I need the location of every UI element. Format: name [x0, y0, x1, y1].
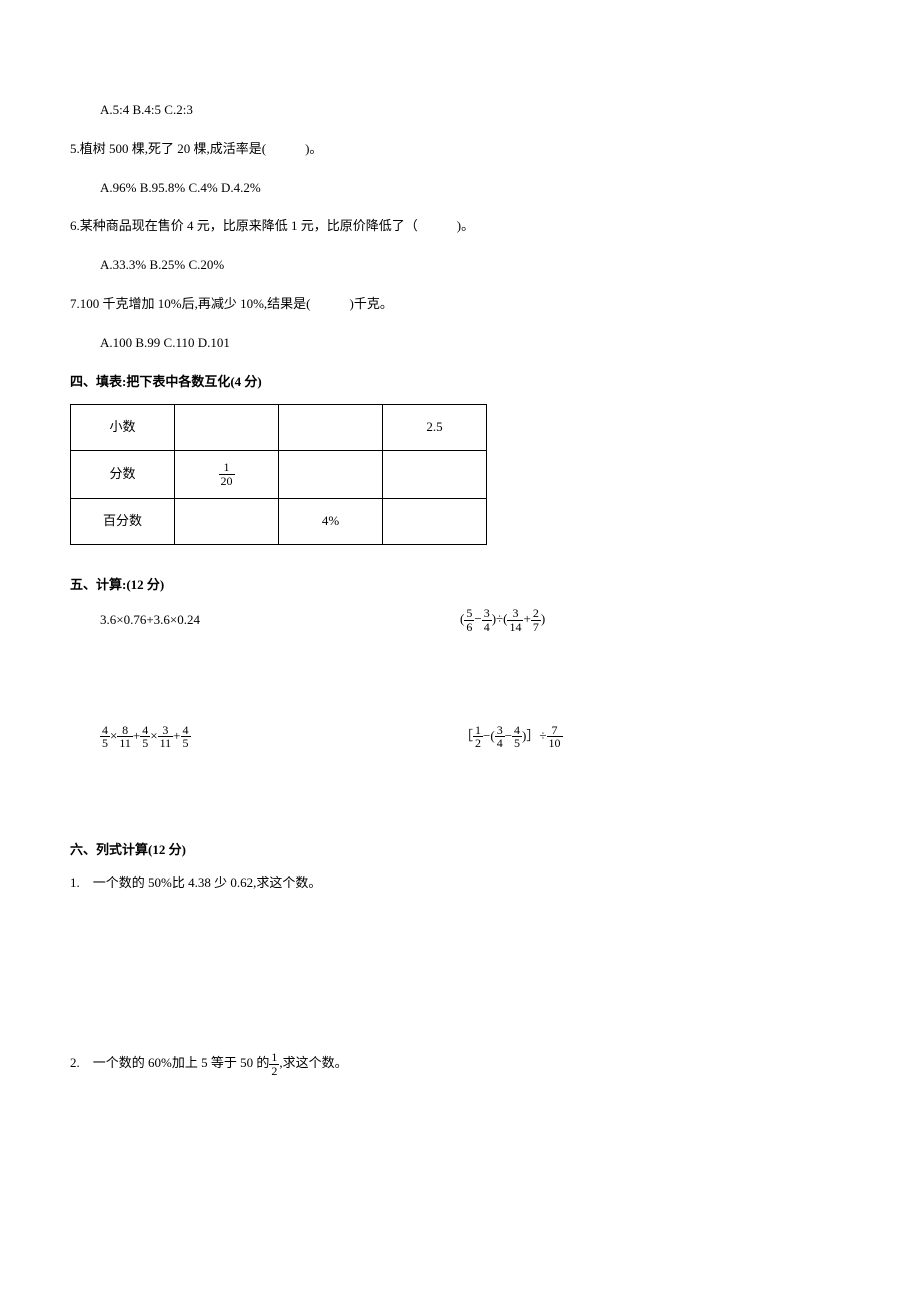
- cell: [175, 405, 279, 451]
- cell: [279, 451, 383, 498]
- cell-fraction-label: 分数: [71, 451, 175, 498]
- fraction-1-20: 1 20: [219, 461, 235, 487]
- q6-stem: 6.某种商品现在售价 4 元，比原来降低 1 元，比原价降低了（ )。: [70, 216, 850, 237]
- cell: [383, 498, 487, 544]
- cell-decimal-value: 2.5: [383, 405, 487, 451]
- q7-options: A.100 B.99 C.110 D.101: [70, 333, 850, 354]
- calc-expr-4: ［12−(34−45)］÷710: [460, 724, 700, 750]
- table-row: 百分数 4%: [71, 498, 487, 544]
- p6-1: 1. 一个数的 50%比 4.38 少 0.62,求这个数。: [70, 873, 850, 894]
- fraction-numerator: 1: [269, 1051, 279, 1064]
- p6-2-text-b: ,求这个数。: [279, 1055, 347, 1070]
- cell-percent-label: 百分数: [71, 498, 175, 544]
- conversion-table: 小数 2.5 分数 1 20 百分数 4%: [70, 404, 487, 544]
- section4-title: 四、填表:把下表中各数互化(4 分): [70, 372, 850, 393]
- q7-stem: 7.100 千克增加 10%后,再减少 10%,结果是( )千克。: [70, 294, 850, 315]
- fraction-denominator: 20: [219, 474, 235, 488]
- cell-fraction-value: 1 20: [175, 451, 279, 498]
- fraction-numerator: 1: [219, 461, 235, 474]
- calc-expr-3: 45×811+45×311+45: [100, 724, 340, 750]
- q5-stem: 5.植树 500 棵,死了 20 棵,成活率是( )。: [70, 139, 850, 160]
- calc-row-2: 45×811+45×311+45 ［12−(34−45)］÷710: [70, 724, 850, 750]
- q4-options: A.5:4 B.4:5 C.2:3: [70, 100, 850, 121]
- fraction-denominator: 2: [269, 1064, 279, 1078]
- table-row: 小数 2.5: [71, 405, 487, 451]
- work-space: [70, 911, 850, 1051]
- q6-options: A.33.3% B.25% C.20%: [70, 255, 850, 276]
- cell-decimal-label: 小数: [71, 405, 175, 451]
- calc-expr-1: 3.6×0.76+3.6×0.24: [100, 610, 340, 631]
- cell: [175, 498, 279, 544]
- p6-2-text-a: 2. 一个数的 60%加上 5 等于 50 的: [70, 1055, 269, 1070]
- table-row: 分数 1 20: [71, 451, 487, 498]
- p6-2: 2. 一个数的 60%加上 5 等于 50 的12,求这个数。: [70, 1051, 850, 1077]
- calc-expr-2: (56−34)÷(314+27): [460, 607, 700, 633]
- calc-row-1: 3.6×0.76+3.6×0.24 (56−34)÷(314+27): [70, 607, 850, 633]
- cell: [383, 451, 487, 498]
- fraction-1-2: 12: [269, 1051, 279, 1077]
- section5-title: 五、计算:(12 分): [70, 575, 850, 596]
- q5-options: A.96% B.95.8% C.4% D.4.2%: [70, 178, 850, 199]
- cell-percent-value: 4%: [279, 498, 383, 544]
- cell: [279, 405, 383, 451]
- section6-title: 六、列式计算(12 分): [70, 840, 850, 861]
